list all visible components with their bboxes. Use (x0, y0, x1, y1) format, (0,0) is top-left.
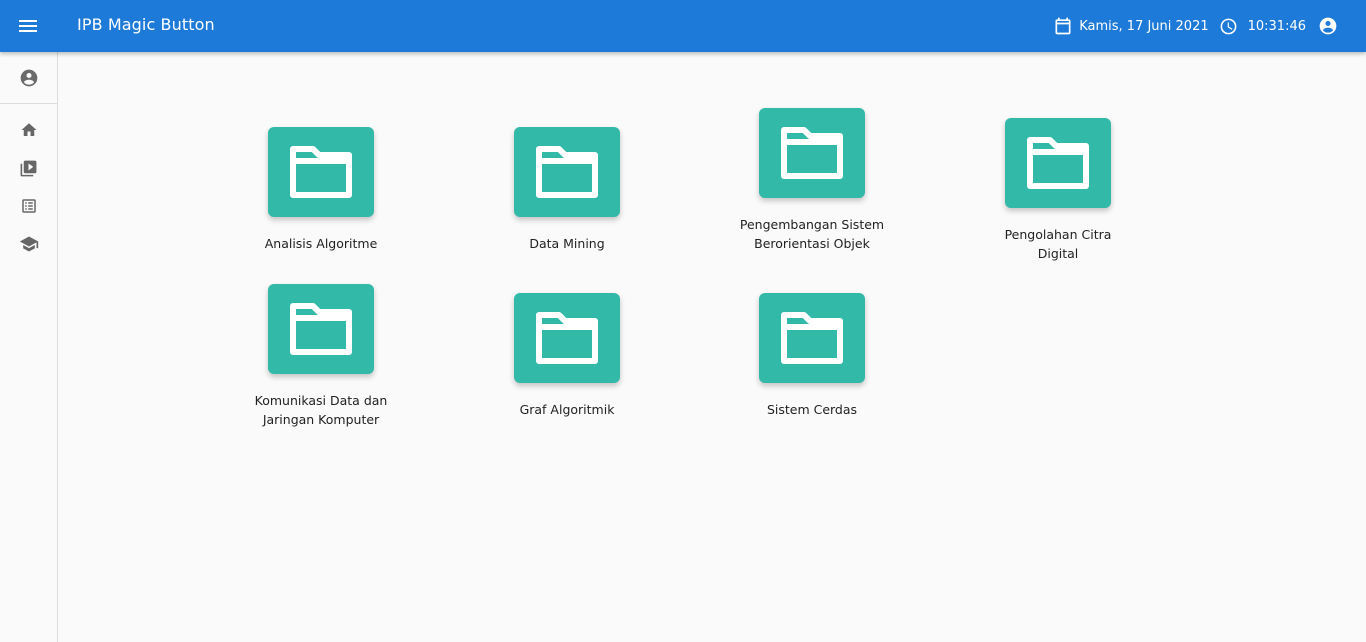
course-folder-sistem-cerdas[interactable]: Sistem Cerdas (717, 293, 907, 419)
school-icon (19, 234, 39, 254)
app-title: IPB Magic Button (77, 15, 215, 34)
sidebar-item-courses[interactable] (0, 226, 57, 262)
menu-icon[interactable] (16, 14, 40, 38)
course-folder-analisis-algoritme[interactable]: Analisis Algoritme (226, 127, 416, 253)
course-folder-data-mining[interactable]: Data Mining (472, 127, 662, 253)
current-date: Kamis, 17 Juni 2021 (1079, 18, 1209, 34)
sidebar-account-button[interactable] (0, 52, 57, 104)
course-folder-pengembangan-sistem[interactable]: Pengembangan Sistem Berorientasi Objek (717, 108, 907, 253)
top-app-bar: IPB Magic Button Kamis, 17 Juni 2021 10:… (0, 0, 1366, 52)
calendar-icon (1053, 16, 1073, 36)
folder-icon (268, 127, 374, 217)
course-folder-komunikasi-data[interactable]: Komunikasi Data dan Jaringan Komputer (226, 284, 416, 429)
course-label: Data Mining (529, 236, 605, 251)
header-info: Kamis, 17 Juni 2021 10:31:46 (1053, 14, 1338, 38)
sidebar-item-videos[interactable] (0, 150, 57, 186)
folder-icon (1005, 118, 1111, 208)
course-label: Pengembangan Sistem Berorientasi Objek (739, 217, 885, 251)
list-icon (20, 197, 38, 215)
account-icon[interactable] (1318, 16, 1338, 36)
video-library-icon (19, 159, 38, 178)
folder-icon (268, 284, 374, 374)
sidebar-item-home[interactable] (0, 112, 57, 148)
home-icon (20, 121, 38, 139)
folder-icon (759, 108, 865, 198)
course-label: Graf Algoritmik (519, 402, 615, 417)
folder-icon (514, 293, 620, 383)
clock-icon (1219, 17, 1238, 36)
course-label: Komunikasi Data dan Jaringan Komputer (254, 393, 388, 427)
current-time: 10:31:46 (1247, 18, 1306, 34)
course-label: Pengolahan Citra Digital (1004, 227, 1112, 261)
course-folder-graf-algoritmik[interactable]: Graf Algoritmik (472, 293, 662, 419)
course-label: Analisis Algoritme (264, 236, 378, 251)
account-icon (19, 68, 39, 88)
folder-icon (759, 293, 865, 383)
folder-icon (514, 127, 620, 217)
course-label: Sistem Cerdas (766, 402, 858, 417)
sidebar (0, 52, 58, 642)
sidebar-item-list[interactable] (0, 188, 57, 224)
course-folder-pengolahan-citra[interactable]: Pengolahan Citra Digital (963, 118, 1153, 263)
